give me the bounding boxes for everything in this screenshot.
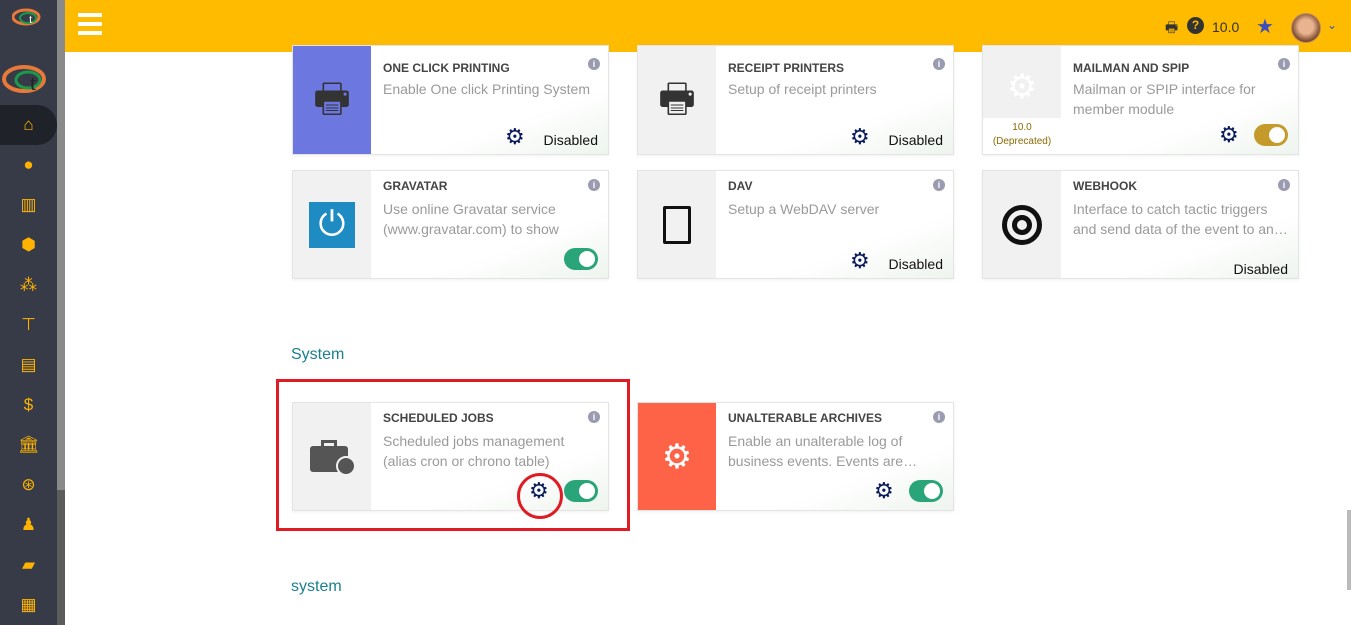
logo-small: t (11, 8, 44, 26)
printer-icon[interactable]: 🖶 (1165, 17, 1178, 41)
module-desc: Mailman or SPIP interface for member mod… (1073, 81, 1256, 117)
sidebar-item-stock[interactable]: ⁂ (0, 265, 57, 305)
hierarchy-icon: ⊤ (21, 315, 36, 334)
module-card: 🖶 RECEIPT PRINTERS Setup of receipt prin… (637, 45, 954, 155)
module-card: 🖶 ONE CLICK PRINTING Enable One click Pr… (292, 45, 609, 155)
module-toggle[interactable] (1254, 124, 1288, 146)
invoice-icon: $ (23, 395, 34, 414)
module-desc: Interface to catch tactic triggers and s… (1073, 201, 1288, 237)
module-toggle[interactable] (564, 248, 598, 270)
module-title: RECEIPT PRINTERS (728, 61, 845, 75)
gear-icon[interactable]: ⚙ (874, 478, 894, 504)
info-icon[interactable]: i (1278, 58, 1290, 70)
status-label: Disabled (1233, 261, 1288, 277)
info-icon[interactable]: i (933, 179, 945, 191)
module-title: GRAVATAR (383, 179, 448, 193)
module-title: DAV (728, 179, 753, 193)
module-card: WEBHOOK Interface to catch tactic trigge… (982, 170, 1299, 279)
sidebar-item-mrp[interactable]: ⊤ (0, 305, 57, 345)
status-label: Disabled (543, 132, 598, 148)
power-icon: ⏻ (293, 171, 371, 278)
status-label: Disabled (888, 132, 943, 148)
sidebar-item-bank[interactable]: 🏛︎ (0, 425, 57, 465)
gear-icon[interactable]: ⚙ (850, 248, 870, 274)
module-title: UNALTERABLE ARCHIVES (728, 411, 883, 425)
menu-icon[interactable] (78, 13, 102, 35)
module-title: MAILMAN AND SPIP (1073, 61, 1190, 75)
cogs-icon: ⚙ (983, 46, 1061, 118)
sidebar-item-companies[interactable]: ▥ (0, 185, 57, 225)
gear-icon[interactable]: ⚙ (505, 124, 525, 150)
box-icon: ⬢ (21, 235, 36, 254)
deprecated-label: (Deprecated) (992, 136, 1052, 147)
sidebar-item-home[interactable]: ⌂ (0, 105, 57, 145)
info-icon[interactable]: i (588, 179, 600, 191)
chevron-down-icon[interactable]: ⌄ (1327, 18, 1337, 32)
gear-icon[interactable]: ⚙ (850, 124, 870, 150)
help-icon[interactable]: ? (1187, 17, 1204, 34)
status-label: Disabled (888, 256, 943, 272)
gear-icon[interactable]: ⚙ (1219, 122, 1239, 148)
sidebar-item-accounting[interactable]: ⊛ (0, 465, 57, 505)
sidebar-item-products[interactable]: ⬢ (0, 225, 57, 265)
search-dollar-icon: ⊛ (21, 475, 36, 494)
module-title: ONE CLICK PRINTING (383, 61, 510, 75)
briefcase-icon: ▤ (20, 355, 37, 374)
highlight-circle (517, 473, 563, 519)
user-icon: ● (23, 155, 34, 174)
module-desc: Enable One click Printing System (383, 81, 590, 97)
sidebar: t t ⌂ ● ▥ ⬢ ⁂ ⊤ ▤ $ 🏛︎ ⊛ ♟ ▰ ▦ (0, 0, 57, 625)
version-label: 10.0 (1212, 19, 1240, 35)
sidebar-item-hrm[interactable]: ♟ (0, 505, 57, 545)
target-icon (983, 171, 1061, 278)
sidebar-item-documents[interactable]: ▰ (0, 545, 57, 585)
sidebar-item-agenda[interactable]: ▦ (0, 585, 57, 625)
module-card: ⏻ GRAVATAR Use online Gravatar service (… (292, 170, 609, 279)
home-icon: ⌂ (23, 115, 34, 134)
svg-text:t: t (30, 70, 36, 94)
building-icon: ▥ (20, 195, 37, 214)
avatar[interactable] (1291, 13, 1321, 43)
logo[interactable]: t (2, 64, 54, 95)
module-desc: Use online Gravatar service (www.gravata… (383, 201, 559, 237)
section-title-system-2: system (291, 578, 342, 595)
module-desc: Enable an unalterable log of business ev… (728, 433, 918, 469)
module-card: DAV Setup a WebDAV server i ⚙ Disabled (637, 170, 954, 279)
module-card: ⚙ 10.0 (Deprecated) MAILMAN AND SPIP Mai… (982, 45, 1299, 155)
page-scrollbar[interactable] (1347, 510, 1351, 590)
module-toggle[interactable] (909, 480, 943, 502)
sidebar-item-users[interactable]: ● (0, 145, 57, 185)
bank-icon: 🏛︎ (17, 435, 40, 454)
info-icon[interactable]: i (933, 411, 945, 423)
cogs-icon: ⚙ (638, 403, 716, 510)
calendar-icon: ▦ (20, 595, 37, 614)
printer-icon: 🖶 (293, 46, 371, 154)
module-desc: Setup of receipt printers (728, 81, 877, 97)
module-desc: Setup a WebDAV server (728, 201, 880, 217)
cubes-icon: ⁂ (20, 275, 37, 294)
star-icon[interactable]: ★ (1256, 14, 1274, 39)
sidebar-scrollbar[interactable] (57, 0, 65, 625)
user-tie-icon: ♟ (20, 515, 37, 534)
info-icon[interactable]: i (588, 58, 600, 70)
sidebar-item-billing[interactable]: $ (0, 385, 57, 425)
sidebar-item-projects[interactable]: ▤ (0, 345, 57, 385)
module-title: WEBHOOK (1073, 179, 1137, 193)
info-icon[interactable]: i (1278, 179, 1290, 191)
highlight-box (276, 379, 630, 531)
version-label: 10.0 (1012, 122, 1032, 133)
section-title-system: System (291, 346, 345, 363)
module-card: ⚙ UNALTERABLE ARCHIVES Enable an unalter… (637, 402, 954, 511)
printer-icon: 🖶 (638, 46, 716, 154)
svg-text:t: t (29, 11, 33, 26)
info-icon[interactable]: i (933, 58, 945, 70)
file-icon (638, 171, 716, 278)
folder-open-icon: ▰ (21, 555, 36, 574)
